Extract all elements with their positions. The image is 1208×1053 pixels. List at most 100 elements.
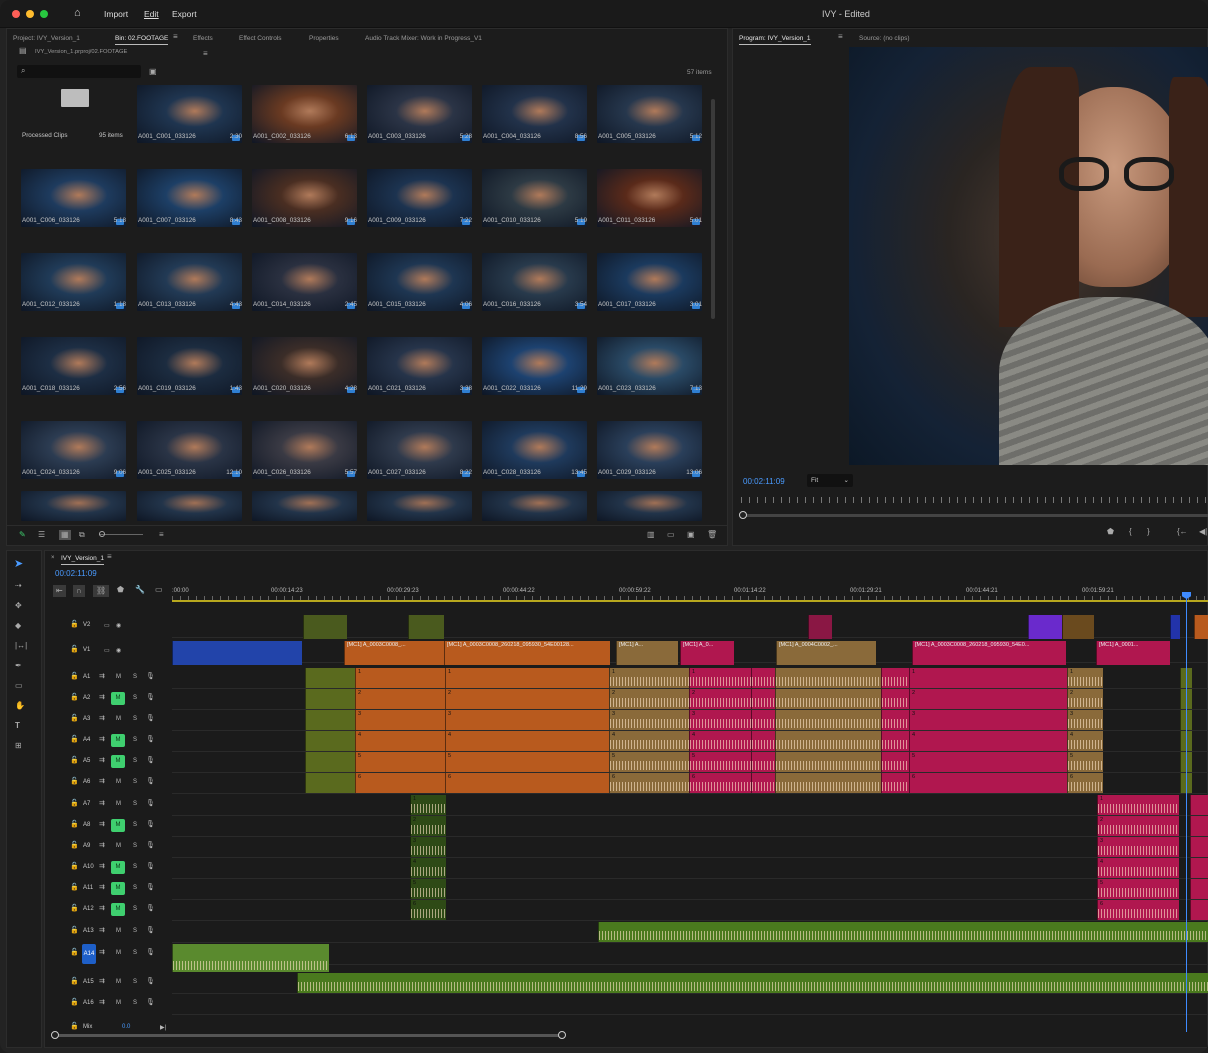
tab-effect-controls[interactable]: Effect Controls — [239, 35, 282, 42]
audio-track-header[interactable]: 🔓 A9 ⇉ M S 🎙 — [48, 837, 172, 857]
home-icon[interactable]: ⌂ — [74, 8, 81, 19]
audio-clip[interactable]: 4 — [1067, 731, 1103, 751]
lock-icon[interactable]: 🔓 — [70, 693, 79, 701]
audio-clip[interactable]: 3 — [445, 710, 609, 730]
playhead[interactable] — [1186, 592, 1187, 1032]
lock-icon[interactable]: 🔓 — [70, 777, 79, 785]
microphone-icon[interactable]: 🎙 — [146, 904, 155, 912]
go-to-in-icon[interactable]: {← — [1177, 527, 1188, 537]
captions-icon[interactable]: ▭ — [155, 585, 163, 595]
close-sequence-icon[interactable]: × — [51, 553, 55, 563]
tab-project[interactable]: Project: IVY_Version_1 — [13, 35, 80, 42]
audio-track-header[interactable]: 🔓 A11 ⇉ M S 🎙 — [48, 879, 172, 899]
add-marker-timeline-icon[interactable]: ⬟ — [117, 585, 124, 595]
audio-clip[interactable]: 4 — [909, 731, 1067, 751]
new-item-icon[interactable]: ▣ — [687, 530, 695, 540]
clip-thumbnail-partial[interactable] — [597, 491, 702, 521]
menu-export[interactable]: Export — [172, 9, 197, 19]
lock-icon[interactable]: 🔓 — [70, 672, 79, 680]
audio-clip[interactable]: 3 — [1097, 837, 1179, 857]
audio-clip[interactable]: 5 — [1067, 752, 1103, 772]
audio-clip[interactable] — [305, 710, 355, 730]
microphone-icon[interactable]: 🎙 — [146, 777, 155, 785]
tab-effects[interactable]: Effects — [193, 35, 213, 42]
audio-clip[interactable] — [1190, 837, 1208, 857]
sync-lock-icon[interactable]: ⇉ — [99, 977, 105, 985]
add-marker-icon[interactable]: ⬟ — [1107, 527, 1114, 537]
clip-thumbnail-partial[interactable] — [137, 491, 242, 521]
sync-lock-icon[interactable]: ⇉ — [99, 883, 105, 891]
sync-lock-icon[interactable]: ⇉ — [99, 948, 105, 956]
audio-clip[interactable] — [775, 731, 881, 751]
audio-clip[interactable]: 6 — [445, 773, 609, 793]
razor-tool-icon[interactable]: ◆ — [15, 621, 21, 631]
lock-icon[interactable]: 🔓 — [70, 883, 79, 891]
timeline-timecode[interactable]: 00:02:11:09 — [55, 569, 97, 578]
hand-tool-icon[interactable]: ✋ — [15, 701, 25, 711]
microphone-icon[interactable]: 🎙 — [146, 820, 155, 828]
audio-clip[interactable]: 4 — [609, 731, 689, 751]
mute-button[interactable]: M — [116, 928, 121, 934]
audio-clip[interactable] — [751, 710, 775, 730]
monitor-scrubber[interactable] — [741, 514, 1208, 517]
rectangle-tool-icon[interactable]: ▭ — [15, 681, 23, 691]
audio-clip[interactable] — [751, 668, 775, 688]
eye-icon[interactable]: ◉ — [116, 647, 121, 654]
video-clip[interactable] — [408, 615, 444, 639]
sync-lock-icon[interactable]: ⇉ — [99, 714, 105, 722]
audio-clip[interactable] — [751, 689, 775, 709]
step-back-icon[interactable]: ◀| — [1199, 527, 1207, 537]
slip-tool-icon[interactable]: |↔| — [15, 641, 27, 651]
audio-track-header[interactable]: 🔓 A2 ⇉ M S 🎙 — [48, 689, 172, 709]
solo-button[interactable]: S — [133, 864, 137, 870]
audio-track-header[interactable]: 🔓 A8 ⇉ M S 🎙 — [48, 816, 172, 836]
video-clip[interactable]: [MC1] A_0003C0008_260218_095930_54E0... — [912, 641, 1066, 665]
audio-clip[interactable]: 5 — [609, 752, 689, 772]
audio-clip[interactable] — [598, 922, 1208, 942]
audio-clip[interactable] — [751, 773, 775, 793]
solo-button[interactable]: S — [133, 885, 137, 891]
sync-lock-icon[interactable]: ⇉ — [99, 998, 105, 1006]
audio-clip[interactable]: 1 — [1097, 795, 1179, 815]
mute-button[interactable]: M — [116, 950, 121, 956]
audio-clip[interactable]: 2 — [689, 689, 751, 709]
video-clip[interactable]: [MC1] A_0... — [680, 641, 734, 665]
audio-clip[interactable] — [775, 752, 881, 772]
microphone-icon[interactable]: 🎙 — [146, 735, 155, 743]
sync-lock-icon[interactable]: ⇉ — [99, 693, 105, 701]
audio-clip[interactable] — [881, 668, 909, 688]
solo-button[interactable]: S — [133, 674, 137, 680]
audio-track-header[interactable]: 🔓 A16 ⇉ M S 🎙 — [48, 994, 172, 1014]
audio-clip[interactable] — [1190, 816, 1208, 836]
wrench-icon[interactable]: 🔧 — [135, 585, 145, 595]
audio-clip[interactable]: 3 — [355, 710, 445, 730]
mute-button[interactable]: M — [116, 843, 121, 849]
audio-clip[interactable]: 2 — [445, 689, 609, 709]
audio-clip[interactable] — [775, 689, 881, 709]
tab-sequence[interactable]: IVY_Version_1 — [61, 555, 105, 565]
program-timecode[interactable]: 00:02:11:09 — [743, 477, 785, 486]
audio-clip[interactable]: 1 — [355, 668, 445, 688]
solo-button[interactable]: S — [133, 843, 137, 849]
selection-tool-icon[interactable]: ➤ — [14, 559, 23, 570]
close-window-button[interactable] — [12, 10, 20, 18]
audio-clip[interactable]: 4 — [355, 731, 445, 751]
lock-icon[interactable]: 🔓 — [70, 714, 79, 722]
audio-track-header[interactable]: 🔓 A1 ⇉ M S 🎙 — [48, 668, 172, 688]
audio-clip[interactable]: 2 — [355, 689, 445, 709]
lock-icon[interactable]: 🔓 — [70, 904, 79, 912]
mute-button[interactable]: M — [116, 716, 121, 722]
clip-thumbnail-partial[interactable] — [252, 491, 357, 521]
audio-clip[interactable] — [1190, 879, 1208, 899]
audio-clip[interactable]: 6 — [609, 773, 689, 793]
tab-source[interactable]: Source: (no clips) — [859, 35, 910, 42]
bin-menu-icon[interactable]: ≡ — [203, 49, 208, 59]
audio-clip[interactable]: 5 — [1097, 879, 1179, 899]
audio-clip[interactable]: 1 — [909, 668, 1067, 688]
audio-track-header[interactable]: 🔓 A10 ⇉ M S 🎙 — [48, 858, 172, 878]
microphone-icon[interactable]: 🎙 — [146, 756, 155, 764]
audio-clip[interactable]: 3 — [909, 710, 1067, 730]
microphone-icon[interactable]: 🎙 — [146, 862, 155, 870]
zoom-slider[interactable] — [99, 534, 143, 535]
audio-clip[interactable] — [1190, 858, 1208, 878]
